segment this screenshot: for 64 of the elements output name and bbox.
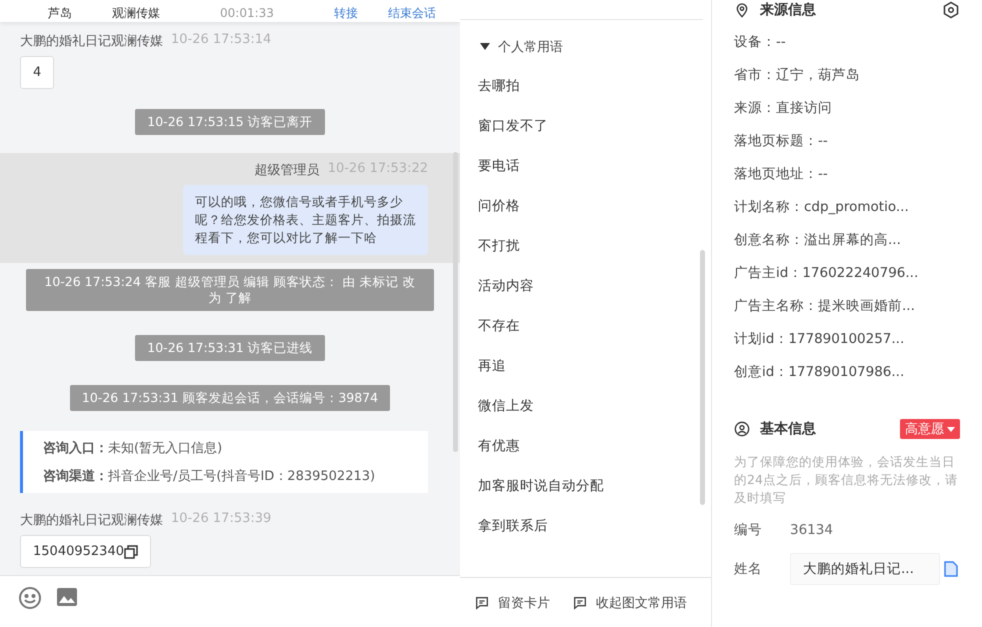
settings-icon	[942, 1, 960, 19]
section-title: 基本信息	[760, 420, 817, 438]
intent-tag[interactable]: 高意愿	[900, 419, 960, 439]
scrollbar-thumb[interactable]	[700, 250, 705, 505]
visitor-name: 观澜传媒	[112, 6, 160, 20]
info-line: 咨询渠道：抖音企业号/员工号(抖音号ID：2839502213)	[43, 468, 376, 485]
message-time: 10-26 17:53:39	[171, 511, 272, 528]
phrase-item[interactable]: 不打扰	[478, 226, 711, 266]
emoji-icon[interactable]	[18, 586, 42, 610]
caret-icon	[947, 426, 955, 432]
field-label: 编号	[734, 521, 763, 539]
phrase-item[interactable]: 拿到联系后	[478, 506, 711, 546]
sender-name: 大鹏的婚礼日记观澜传媒	[20, 512, 163, 529]
chat-bubble-icon	[572, 594, 588, 610]
source-field: 计划id：177890100257...	[734, 323, 960, 356]
phrase-item[interactable]: 问价格	[478, 186, 711, 226]
field-label: 姓名	[734, 560, 763, 578]
source-field: 计划名称：cdp_promotio...	[734, 191, 960, 224]
phrase-item[interactable]: 不存在	[478, 306, 711, 346]
notice-text: 为了保障您的使用体验，会话发生当日的24点之后，顾客信息将无法修改，请及时填写	[734, 453, 959, 507]
duration-text: 00:01:33	[220, 6, 274, 20]
message-bubble: 可以的哦，您微信号或者手机号多少呢？给您发价格表、主题客片、拍摄流程看下，您可以对比了解一下哈	[183, 185, 428, 255]
phrase-item[interactable]: 再追	[478, 346, 711, 386]
field-value: 36134	[790, 522, 833, 538]
system-notice: 10-26 17:53:24 客服 超级管理员 编辑 顾客状态： 由 未标记 改为 了解	[26, 269, 434, 311]
sender-name: 大鹏的婚礼日记观澜传媒	[20, 33, 163, 50]
sender-name: 超级管理员	[254, 162, 320, 179]
caret-icon	[480, 43, 490, 51]
header-action-link[interactable]: 转接	[334, 6, 358, 20]
source-field: 来源：直接访问	[734, 92, 960, 125]
source-field: 广告主名称：提米映画婚前...	[734, 290, 960, 323]
source-field: 创意名称：溢出屏幕的高...	[734, 224, 960, 257]
chat-bubble-icon	[474, 594, 490, 610]
location-text: 芦岛	[48, 6, 72, 20]
user-circle-icon	[734, 421, 750, 437]
system-notice: 10-26 17:53:31 顾客发起会话，会话编号：39874	[70, 385, 390, 411]
source-field: 设备：--	[734, 26, 960, 59]
source-field: 创意id：177890107986...	[734, 356, 960, 389]
phrase-item[interactable]: 加客服时说自动分配	[478, 466, 711, 506]
system-notice: 10-26 17:53:31 访客已进线	[135, 335, 325, 361]
name-input[interactable]: 大鹏的婚礼日记...	[790, 553, 940, 585]
copy-icon[interactable]	[124, 544, 138, 558]
phrase-item[interactable]: 微信上发	[478, 386, 711, 426]
info-line: 咨询入口：未知(暂无入口信息)	[43, 440, 224, 457]
phrase-group-toggle[interactable]: 个人常用语	[478, 38, 563, 56]
phrase-item[interactable]: 要电话	[478, 146, 711, 186]
phrase-item[interactable]: 有优惠	[478, 426, 711, 466]
source-field: 广告主id：176022240796...	[734, 257, 960, 290]
header-action-link[interactable]: 结束会话	[388, 6, 436, 20]
message-bubble: 15040952340	[20, 535, 151, 568]
location-pin-icon	[734, 2, 750, 18]
message-bubble: 4	[20, 56, 54, 89]
phrase-item[interactable]: 去哪拍	[478, 66, 711, 106]
scrollbar-thumb[interactable]	[453, 152, 458, 452]
source-field: 落地页标题：--	[734, 125, 960, 158]
footer-button[interactable]: 留资卡片	[474, 594, 550, 612]
source-field: 落地页地址：--	[734, 158, 960, 191]
phrase-item[interactable]: 活动内容	[478, 266, 711, 306]
footer-button[interactable]: 收起图文常用语	[572, 594, 687, 612]
section-title: 来源信息	[760, 1, 817, 19]
message-time: 10-26 17:53:14	[171, 32, 272, 49]
source-field: 省市：辽宁，葫芦岛	[734, 59, 960, 92]
system-notice: 10-26 17:53:15 访客已离开	[135, 109, 325, 135]
phrase-item[interactable]: 窗口发不了	[478, 106, 711, 146]
